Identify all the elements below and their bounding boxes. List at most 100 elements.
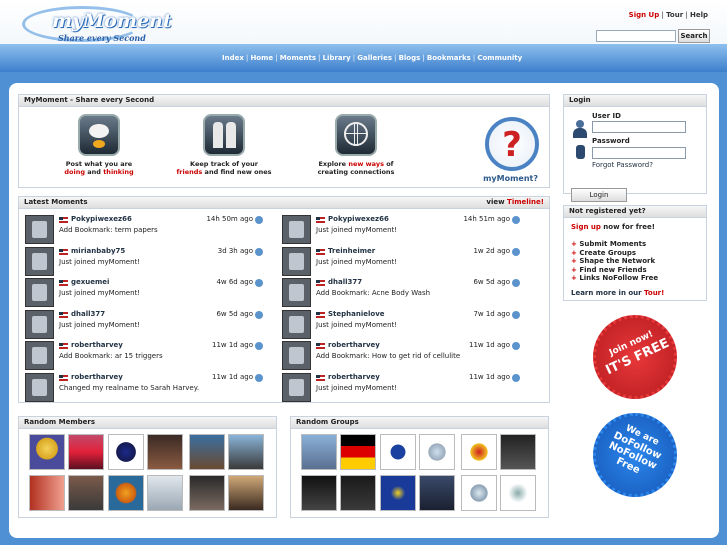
moment-user[interactable]: dhall377 <box>71 310 105 318</box>
group-thumb[interactable] <box>301 434 337 470</box>
nav-moments[interactable]: Moments <box>280 54 316 62</box>
group-thumb[interactable] <box>419 475 455 511</box>
help-link[interactable]: Help <box>690 11 708 19</box>
group-thumb[interactable] <box>380 475 416 511</box>
member-thumb[interactable] <box>189 434 225 470</box>
dofollow-badge[interactable]: We are DoFollow NoFollow Free <box>593 413 677 497</box>
clock-icon <box>255 310 263 319</box>
member-thumb[interactable] <box>147 475 183 511</box>
moment-time: 6w 5d ago <box>216 309 253 318</box>
moment-user[interactable]: robertharvey <box>328 373 380 381</box>
member-thumb[interactable] <box>68 434 104 470</box>
view-timeline-link[interactable]: view Timeline! <box>486 197 544 208</box>
site-logo[interactable]: myMoment Share every Second <box>22 6 172 43</box>
group-thumb[interactable] <box>461 434 497 470</box>
moment-avatar[interactable] <box>25 372 54 402</box>
feature-post[interactable]: Post what you are doing and thinking <box>49 114 149 176</box>
forgot-password-link[interactable]: Forgot Password? <box>592 161 653 169</box>
moment-user[interactable]: Pokypiwexez66 <box>328 215 389 223</box>
clock-icon <box>255 342 263 350</box>
moment-time: 1w 2d ago <box>473 246 510 255</box>
search-input[interactable] <box>596 30 676 42</box>
moment-user[interactable]: Stephanielove <box>328 310 385 318</box>
random-members-title: Random Members <box>19 417 276 429</box>
nav-blogs[interactable]: Blogs <box>399 54 421 62</box>
nav-index[interactable]: Index <box>222 54 244 62</box>
moment-user[interactable]: Pokypiwexez66 <box>71 215 132 223</box>
moment-item: Pokypiwexez66 14h 50m ago Add Bookmark: te… <box>25 215 265 245</box>
nav-bookmarks[interactable]: Bookmarks <box>427 54 471 62</box>
moment-user[interactable]: robertharvey <box>328 341 380 349</box>
moment-user[interactable]: robertharvey <box>71 373 123 381</box>
moment-item: mirianbaby75 3d 3h ago Just joined myMomen… <box>25 246 265 277</box>
content-area: MyMoment - Share every Second Post what … <box>9 83 719 538</box>
people-icon <box>203 114 245 156</box>
member-thumb[interactable] <box>147 434 183 470</box>
moment-user[interactable]: robertharvey <box>71 341 123 349</box>
member-thumb[interactable] <box>29 434 65 470</box>
speech-bubble-icon <box>78 114 120 156</box>
tour-link[interactable]: Tour <box>666 11 683 19</box>
moment-user[interactable]: mirianbaby75 <box>71 247 125 255</box>
group-thumb[interactable] <box>301 475 337 511</box>
moment-avatar[interactable] <box>282 246 311 276</box>
sign-up-link[interactable]: Sign Up <box>629 11 660 19</box>
nav-community[interactable]: Community <box>477 54 522 62</box>
nav-galleries[interactable]: Galleries <box>357 54 392 62</box>
feature-explore[interactable]: Explore new ways of creating connections <box>301 114 411 176</box>
login-button[interactable]: Login <box>571 188 627 202</box>
moment-time: 14h 51m ago <box>463 215 510 223</box>
feature-explore-line2: creating connections <box>317 168 395 176</box>
moment-avatar[interactable] <box>25 246 54 276</box>
random-members-panel: Random Members <box>18 416 277 518</box>
search-button[interactable]: Search <box>678 29 710 43</box>
feature-post-line1: Post what you are <box>65 160 133 168</box>
moment-avatar[interactable] <box>25 215 54 244</box>
tour-link-2[interactable]: Tour! <box>644 289 664 297</box>
moment-avatar[interactable] <box>25 309 54 339</box>
member-thumb[interactable] <box>29 475 65 511</box>
moment-avatar[interactable] <box>282 309 311 339</box>
user-id-field[interactable] <box>592 121 686 133</box>
member-thumb[interactable] <box>189 475 225 511</box>
moment-avatar[interactable] <box>282 341 311 370</box>
learn-more: Learn more in our Tour! <box>571 289 665 297</box>
group-thumb[interactable] <box>340 475 376 511</box>
moment-user[interactable]: dhall377 <box>328 278 362 286</box>
moment-avatar[interactable] <box>25 341 54 370</box>
moment-avatar[interactable] <box>282 372 311 402</box>
member-thumb[interactable] <box>108 475 144 511</box>
member-thumb[interactable] <box>68 475 104 511</box>
moment-avatar[interactable] <box>25 278 54 307</box>
moment-avatar[interactable] <box>282 278 311 307</box>
group-thumb[interactable] <box>380 434 416 470</box>
us-flag-icon <box>59 343 68 349</box>
group-thumb[interactable] <box>461 475 497 511</box>
group-thumb[interactable] <box>340 434 376 470</box>
us-flag-icon <box>316 343 325 349</box>
feature-friends[interactable]: Keep track of your friends and find new … <box>169 114 279 176</box>
moment-time: 11w 1d ago <box>469 341 510 349</box>
benefit-item: Create Groups <box>571 249 658 258</box>
moment-item: robertharvey 11w 1d ago Add Bookmark: How … <box>282 341 522 371</box>
clock-icon <box>255 279 263 287</box>
member-thumb[interactable] <box>228 475 264 511</box>
group-thumb[interactable] <box>500 434 536 470</box>
password-field[interactable] <box>592 147 686 159</box>
moment-user[interactable]: Treinheimer <box>328 247 375 255</box>
member-thumb[interactable] <box>228 434 264 470</box>
signup-link[interactable]: Sign up <box>571 223 601 231</box>
moment-user[interactable]: gexuemei <box>71 278 109 286</box>
nav-library[interactable]: Library <box>323 54 351 62</box>
clock-icon <box>512 279 520 287</box>
nav-home[interactable]: Home <box>250 54 273 62</box>
us-flag-icon <box>59 311 68 318</box>
member-thumb[interactable] <box>108 434 144 470</box>
moment-avatar[interactable] <box>282 215 311 244</box>
join-now-badge[interactable]: Join now! IT'S FREE <box>593 315 677 399</box>
random-groups-panel: Random Groups <box>290 416 549 518</box>
logo-tagline: Share every Second <box>58 33 146 43</box>
group-thumb[interactable] <box>500 475 536 511</box>
feature-post-line2: doing and thinking <box>64 168 134 176</box>
group-thumb[interactable] <box>419 434 455 470</box>
